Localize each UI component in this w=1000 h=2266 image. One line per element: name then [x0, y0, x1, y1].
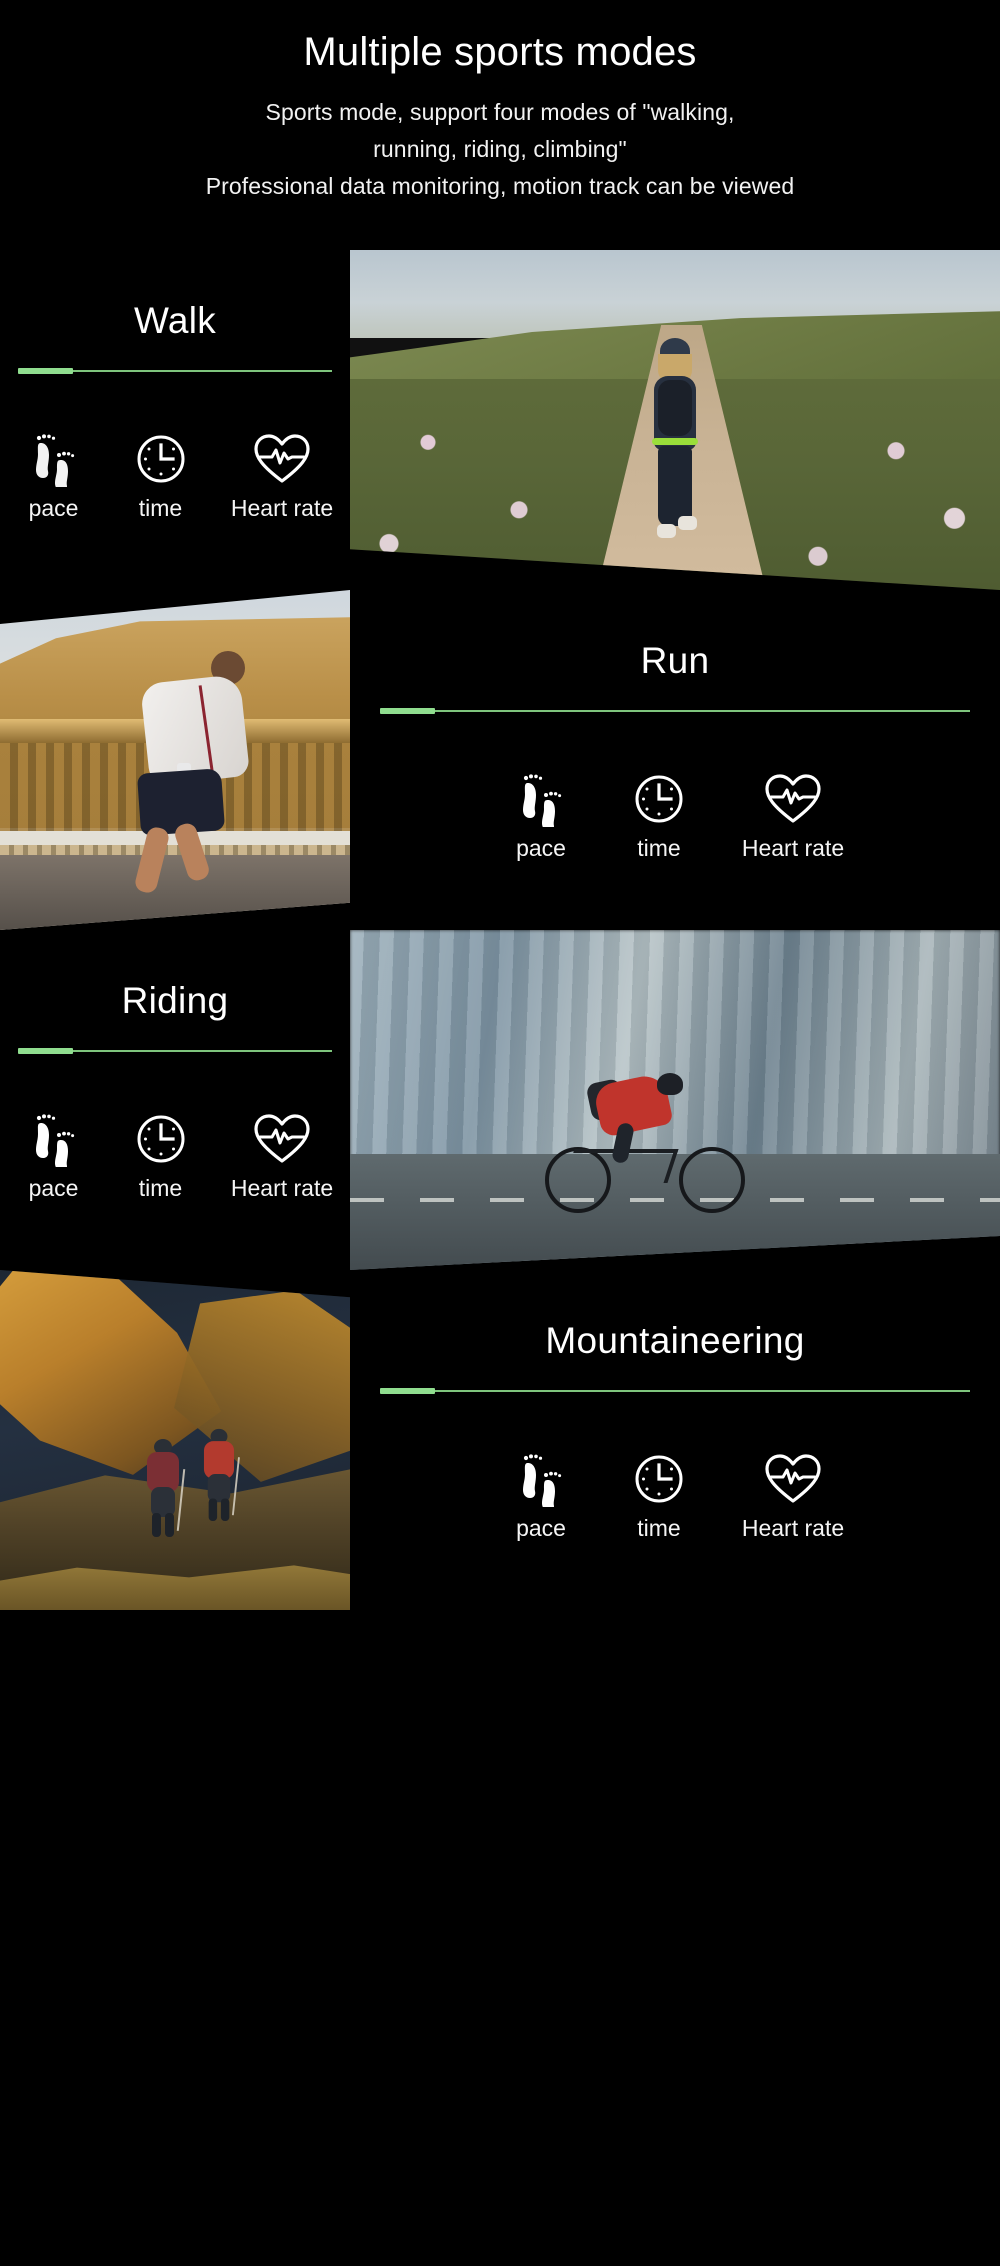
footprints-icon — [482, 768, 600, 830]
mountaineering-metrics: pace time Heart rate — [350, 1448, 1000, 1541]
metric-pace-label: pace — [516, 835, 566, 861]
walk-image — [350, 250, 1000, 590]
mountaineering-image — [0, 1270, 350, 1610]
walk-title: Walk — [133, 300, 217, 341]
product-feature-page: Multiple sports modes Sports mode, suppo… — [0, 0, 1000, 2266]
run-scene — [0, 590, 350, 930]
footprints-icon — [0, 428, 107, 490]
walk-metrics: pace time Heart rate — [0, 428, 350, 521]
metric-heart-rate-label: Heart rate — [741, 835, 845, 861]
metric-time[interactable]: time — [600, 768, 718, 861]
walk-scene — [350, 250, 1000, 590]
section-run: Run pace time Heart rate — [0, 590, 1000, 930]
subtitle-line-2: running, riding, climbing" — [373, 136, 627, 162]
metric-time[interactable]: time — [600, 1448, 718, 1541]
clock-icon — [107, 1108, 214, 1170]
subtitle-line-1: Sports mode, support four modes of "walk… — [265, 99, 735, 125]
page-subtitle: Sports mode, support four modes of "walk… — [0, 94, 1000, 205]
run-title: Run — [640, 640, 710, 681]
run-image — [0, 590, 350, 930]
divider-accent-bar — [18, 368, 73, 374]
metric-heart-rate[interactable]: Heart rate — [214, 428, 350, 521]
metric-time[interactable]: time — [107, 428, 214, 521]
clock-icon — [600, 1448, 718, 1510]
divider-line — [435, 710, 970, 712]
run-text-panel: Run pace time Heart rate — [350, 590, 1000, 930]
heart-pulse-icon — [214, 1108, 350, 1170]
metric-heart-rate[interactable]: Heart rate — [718, 1448, 868, 1541]
metric-heart-rate-label: Heart rate — [230, 495, 334, 521]
metric-heart-rate[interactable]: Heart rate — [214, 1108, 350, 1201]
metric-pace-label: pace — [28, 495, 79, 521]
walk-text-panel: Walk pace time Heart rate — [0, 250, 350, 590]
metric-time-label: time — [637, 1515, 681, 1541]
heart-pulse-icon — [214, 428, 350, 490]
metric-pace[interactable]: pace — [482, 768, 600, 861]
divider-accent-bar — [18, 1048, 73, 1054]
page-title: Multiple sports modes — [303, 30, 697, 74]
run-metrics: pace time Heart rate — [350, 768, 1000, 861]
section-mountaineering: Mountaineering pace time Heart rate — [0, 1270, 1000, 1610]
clock-icon — [600, 768, 718, 830]
section-walk: Walk pace time Heart rate — [0, 250, 1000, 590]
metric-pace[interactable]: pace — [0, 428, 107, 521]
riding-text-panel: Riding pace time Heart rate — [0, 930, 350, 1270]
riding-scene — [350, 930, 1000, 1270]
heart-pulse-icon — [718, 1448, 868, 1510]
metric-pace-label: pace — [516, 1515, 566, 1541]
divider-line — [73, 1050, 332, 1052]
heart-pulse-icon — [718, 768, 868, 830]
riding-title: Riding — [121, 980, 229, 1021]
metric-pace-label: pace — [28, 1175, 79, 1201]
run-divider — [380, 708, 970, 714]
metric-time-label: time — [138, 495, 183, 521]
divider-line — [73, 370, 332, 372]
walk-divider — [18, 368, 332, 374]
metric-time-label: time — [138, 1175, 183, 1201]
section-riding: Riding pace time Heart rate — [0, 930, 1000, 1270]
riding-image — [350, 930, 1000, 1270]
metric-pace[interactable]: pace — [482, 1448, 600, 1541]
divider-line — [435, 1390, 970, 1392]
riding-divider — [18, 1048, 332, 1054]
subtitle-line-3: Professional data monitoring, motion tra… — [205, 173, 795, 199]
metric-pace[interactable]: pace — [0, 1108, 107, 1201]
metric-heart-rate-label: Heart rate — [741, 1515, 845, 1541]
divider-accent-bar — [380, 708, 435, 714]
page-header: Multiple sports modes Sports mode, suppo… — [0, 0, 1000, 250]
metric-time[interactable]: time — [107, 1108, 214, 1201]
mountaineering-scene — [0, 1270, 350, 1610]
metric-time-label: time — [637, 835, 681, 861]
mountaineering-title: Mountaineering — [545, 1320, 805, 1361]
footprints-icon — [0, 1108, 107, 1170]
mountaineering-divider — [380, 1388, 970, 1394]
metric-heart-rate[interactable]: Heart rate — [718, 768, 868, 861]
divider-accent-bar — [380, 1388, 435, 1394]
mountaineering-text-panel: Mountaineering pace time Heart rate — [350, 1270, 1000, 1610]
footprints-icon — [482, 1448, 600, 1510]
metric-heart-rate-label: Heart rate — [230, 1175, 334, 1201]
clock-icon — [107, 428, 214, 490]
riding-metrics: pace time Heart rate — [0, 1108, 350, 1201]
